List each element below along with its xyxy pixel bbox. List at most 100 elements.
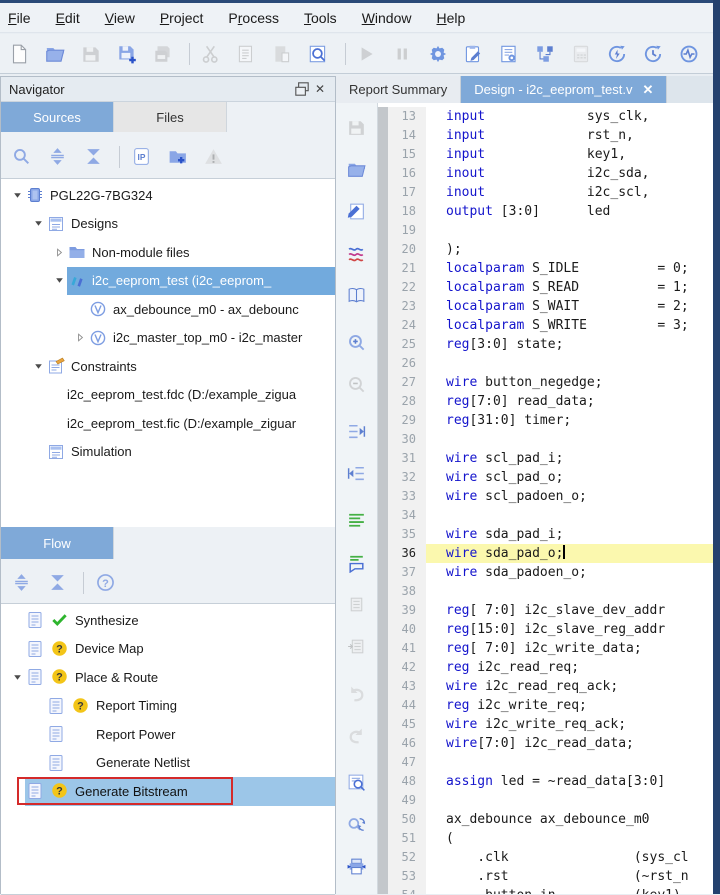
sync-flash-icon[interactable] bbox=[605, 42, 628, 66]
code-line[interactable]: 39 reg[ 7:0] i2c_slave_dev_addr bbox=[378, 601, 713, 620]
code-line[interactable]: 43 wire i2c_read_req_ack; bbox=[378, 677, 713, 696]
tree-item-i2c-eeprom-test-fic-d-example-[interactable]: i2c_eeprom_test.fic (D:/example_ziguar bbox=[1, 409, 335, 438]
expand-icon[interactable] bbox=[51, 244, 67, 260]
tree-item-body[interactable]: ? Report Timing bbox=[46, 692, 335, 721]
open-folder-icon[interactable] bbox=[345, 159, 369, 180]
help-icon[interactable]: ? bbox=[93, 571, 117, 595]
hierarchy-icon[interactable] bbox=[534, 42, 557, 66]
expand-all-icon[interactable] bbox=[45, 145, 69, 169]
tree-item-i2c-eeprom-test-fdc-d-example-[interactable]: i2c_eeprom_test.fdc (D:/example_zigua bbox=[1, 381, 335, 410]
code-line[interactable]: 33 wire scl_padoen_o; bbox=[378, 487, 713, 506]
open-folder-icon[interactable] bbox=[44, 42, 67, 66]
book-icon[interactable] bbox=[345, 285, 369, 306]
tree-item-report-power[interactable]: Report Power bbox=[1, 720, 335, 749]
sync-pulse-icon[interactable] bbox=[677, 42, 700, 66]
menu-tools[interactable]: Tools bbox=[304, 10, 350, 26]
expand-all-icon[interactable] bbox=[9, 571, 33, 595]
code-line[interactable]: 35 wire sda_pad_i; bbox=[378, 525, 713, 544]
code-line[interactable]: 51 ( bbox=[378, 829, 713, 848]
tree-item-generate-netlist[interactable]: Generate Netlist bbox=[1, 749, 335, 778]
editor-tab-report-summary[interactable]: Report Summary bbox=[336, 76, 462, 103]
collapse-icon[interactable] bbox=[51, 273, 67, 289]
code-line[interactable]: 16 inout i2c_sda, bbox=[378, 164, 713, 183]
menu-process[interactable]: Process bbox=[228, 10, 292, 26]
code-line[interactable]: 19 bbox=[378, 221, 713, 240]
tree-item-place-route[interactable]: ? Place & Route bbox=[1, 663, 335, 692]
code-line[interactable]: 41 reg[ 7:0] i2c_write_data; bbox=[378, 639, 713, 658]
tree-item-pgl22g-7bg324[interactable]: PGL22G-7BG324 bbox=[1, 181, 335, 210]
code-line[interactable]: 17 inout i2c_scl, bbox=[378, 183, 713, 202]
collapse-icon[interactable] bbox=[9, 669, 25, 685]
menu-help[interactable]: Help bbox=[437, 10, 479, 26]
code-line[interactable]: 34 bbox=[378, 506, 713, 525]
new-file-icon[interactable] bbox=[8, 42, 31, 66]
tree-item-synthesize[interactable]: Synthesize bbox=[1, 606, 335, 635]
code-line[interactable]: 27 wire button_negedge; bbox=[378, 373, 713, 392]
code-line[interactable]: 48 assign led = ~read_data[3:0] bbox=[378, 772, 713, 791]
tree-item-body[interactable]: i2c_eeprom_test.fic (D:/example_ziguar bbox=[67, 409, 335, 438]
tree-item-body[interactable]: i2c_eeprom_test.fdc (D:/example_zigua bbox=[67, 381, 335, 410]
wave-lines-icon[interactable] bbox=[345, 243, 369, 264]
tree-item-i2c-eeprom-test-i2c-eeprom[interactable]: i2c_eeprom_test (i2c_eeprom_ bbox=[1, 266, 335, 295]
tree-item-report-timing[interactable]: ? Report Timing bbox=[1, 692, 335, 721]
tree-item-body[interactable]: ? Device Map bbox=[25, 635, 335, 664]
collapse-icon[interactable] bbox=[30, 216, 46, 232]
sync-clock-icon[interactable] bbox=[641, 42, 664, 66]
close-tab-icon[interactable]: ✕ bbox=[643, 82, 654, 98]
tree-item-body[interactable]: Generate Netlist bbox=[46, 749, 335, 778]
tree-item-body[interactable]: Simulation bbox=[46, 438, 335, 467]
code-line[interactable]: 36 wire sda_pad_o; bbox=[378, 544, 713, 563]
find-icon[interactable] bbox=[345, 772, 369, 793]
code-line[interactable]: 45 wire i2c_write_req_ack; bbox=[378, 715, 713, 734]
code-line[interactable]: 38 bbox=[378, 582, 713, 601]
code-line[interactable]: 29 reg[31:0] timer; bbox=[378, 411, 713, 430]
find-in-files-icon[interactable] bbox=[307, 42, 330, 66]
code-line[interactable]: 13 input sys_clk, bbox=[378, 107, 713, 126]
report-settings-icon[interactable] bbox=[498, 42, 521, 66]
code-line[interactable]: 30 bbox=[378, 430, 713, 449]
code-line[interactable]: 28 reg[7:0] read_data; bbox=[378, 392, 713, 411]
align-lines-icon[interactable] bbox=[345, 510, 369, 531]
tree-item-body[interactable]: PGL22G-7BG324 bbox=[25, 181, 335, 210]
tab-files[interactable]: Files bbox=[114, 102, 227, 132]
menu-view[interactable]: View bbox=[105, 10, 148, 26]
tab-flow[interactable]: Flow bbox=[1, 527, 114, 559]
menu-project[interactable]: Project bbox=[160, 10, 217, 26]
tree-item-non-module-files[interactable]: Non-module files bbox=[1, 238, 335, 267]
tree-item-ax-debounce-m0-ax-debounc[interactable]: ax_debounce_m0 - ax_debounc bbox=[1, 295, 335, 324]
tree-item-designs[interactable]: Designs bbox=[1, 210, 335, 239]
code-line[interactable]: 21 localparam S_IDLE = 0; bbox=[378, 259, 713, 278]
code-line[interactable]: 22 localparam S_READ = 1; bbox=[378, 278, 713, 297]
tree-item-body[interactable]: ? Place & Route bbox=[25, 663, 335, 692]
code-line[interactable]: 14 input rst_n, bbox=[378, 126, 713, 145]
code-line[interactable]: 50 ax_debounce ax_debounce_m0 bbox=[378, 810, 713, 829]
indent-right-icon[interactable] bbox=[345, 421, 369, 442]
code-line[interactable]: 15 input key1, bbox=[378, 145, 713, 164]
add-folder-icon[interactable] bbox=[165, 145, 189, 169]
ip-icon[interactable]: IP bbox=[129, 145, 153, 169]
code-line[interactable]: 47 bbox=[378, 753, 713, 772]
tree-item-body[interactable]: Synthesize bbox=[25, 606, 335, 635]
settings-icon[interactable] bbox=[426, 42, 449, 66]
code-line[interactable]: 32 wire scl_pad_o; bbox=[378, 468, 713, 487]
code-line[interactable]: 31 wire scl_pad_i; bbox=[378, 449, 713, 468]
find-replace-icon[interactable] bbox=[345, 814, 369, 835]
tree-item-body[interactable]: i2c_master_top_m0 - i2c_master bbox=[88, 324, 335, 353]
print-icon[interactable] bbox=[345, 856, 369, 877]
tree-item-simulation[interactable]: Simulation bbox=[1, 438, 335, 467]
menu-file[interactable]: File bbox=[8, 10, 44, 26]
tree-item-body[interactable]: ax_debounce_m0 - ax_debounc bbox=[88, 295, 335, 324]
code-line[interactable]: 25 reg[3:0] state; bbox=[378, 335, 713, 354]
tree-item-body[interactable]: Designs bbox=[46, 210, 335, 239]
code-line[interactable]: 18 output [3:0] led bbox=[378, 202, 713, 221]
zoom-in-icon[interactable] bbox=[345, 332, 369, 353]
report-edit-icon[interactable] bbox=[462, 42, 485, 66]
tree-item-body[interactable]: i2c_eeprom_test (i2c_eeprom_ bbox=[67, 266, 335, 295]
collapse-icon[interactable] bbox=[9, 187, 25, 203]
edit-doc-icon[interactable] bbox=[345, 201, 369, 222]
collapse-icon[interactable] bbox=[30, 358, 46, 374]
code-line[interactable]: 37 wire sda_padoen_o; bbox=[378, 563, 713, 582]
save-as-icon[interactable] bbox=[116, 42, 139, 66]
tree-item-i2c-master-top-m0-i2c-master[interactable]: i2c_master_top_m0 - i2c_master bbox=[1, 324, 335, 353]
code-line[interactable]: 52 .clk (sys_cl bbox=[378, 848, 713, 867]
